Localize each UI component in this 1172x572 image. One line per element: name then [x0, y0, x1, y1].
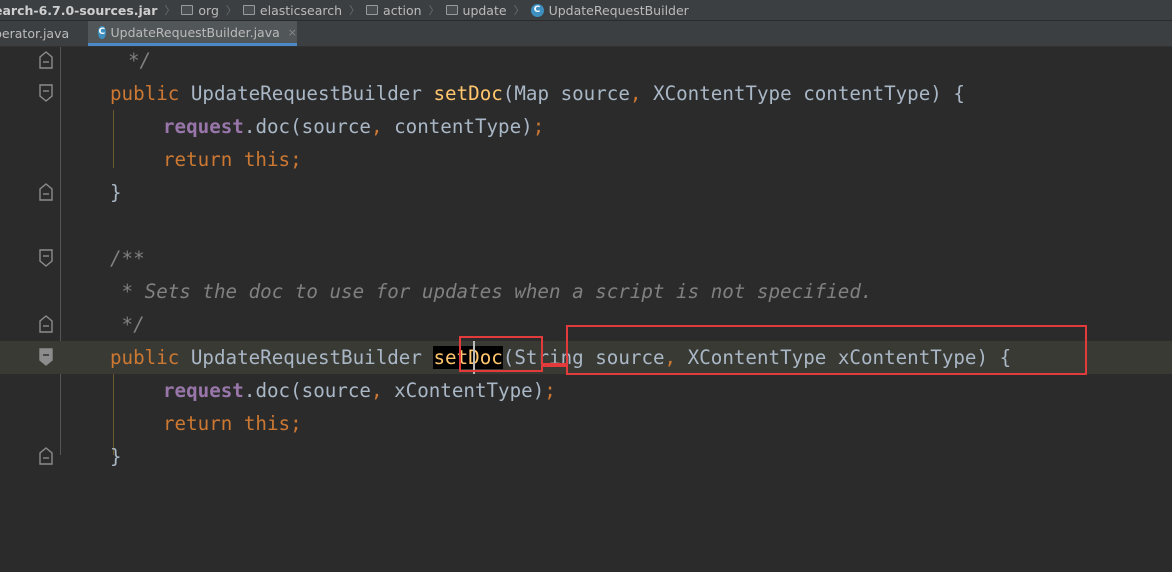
- fold-end-icon[interactable]: [38, 183, 54, 201]
- code-line: return this;: [163, 412, 302, 435]
- fold-start-icon[interactable]: [38, 348, 54, 366]
- breadcrumb-separator: 〉: [428, 4, 440, 17]
- tab-operator-java[interactable]: perator.java: [0, 21, 69, 46]
- code-line: public UpdateRequestBuilder setDoc(Map s…: [0, 77, 1172, 110]
- breadcrumb-item-update[interactable]: update: [445, 3, 507, 18]
- code-line: }: [0, 440, 1172, 473]
- breadcrumb-separator: 〉: [164, 4, 176, 17]
- breadcrumb-item-jar[interactable]: earch-6.7.0-sources.jar: [0, 3, 157, 18]
- fold-end-icon[interactable]: [38, 315, 54, 333]
- folder-icon: [445, 5, 458, 15]
- breadcrumb-item-org[interactable]: org: [181, 3, 219, 18]
- code-line: }: [0, 176, 1172, 209]
- highlight-box-method: [459, 336, 543, 372]
- class-icon: C: [530, 3, 544, 17]
- code-line: /**: [0, 242, 1172, 275]
- fold-end-icon[interactable]: [38, 51, 54, 69]
- fold-start-icon[interactable]: [38, 249, 54, 267]
- close-icon[interactable]: ×: [288, 26, 297, 39]
- breadcrumb-separator: 〉: [349, 4, 361, 17]
- code-line: * Sets the doc to use for updates when a…: [110, 280, 873, 303]
- breadcrumb-separator: 〉: [513, 4, 525, 17]
- breadcrumb-item-elasticsearch[interactable]: elasticsearch: [242, 3, 342, 18]
- folder-icon: [181, 5, 194, 15]
- breadcrumb-item-class[interactable]: C UpdateRequestBuilder: [530, 3, 689, 18]
- highlight-connector: [541, 363, 568, 367]
- tab-update-request-builder-java[interactable]: C UpdateRequestBuilder.java ×: [88, 21, 297, 46]
- folder-icon: [242, 5, 255, 15]
- folder-icon: [366, 5, 379, 15]
- code-line: request.doc(source, contentType);: [163, 115, 545, 138]
- breadcrumb-item-action[interactable]: action: [366, 3, 422, 18]
- fold-start-icon[interactable]: [38, 84, 54, 102]
- fold-end-icon[interactable]: [38, 447, 54, 465]
- highlight-box-params: [566, 325, 1087, 375]
- code-line: request.doc(source, xContentType);: [163, 379, 556, 402]
- code-editor[interactable]: */ public UpdateRequestBuilder setDoc(Ma…: [0, 44, 1172, 468]
- breadcrumb: earch-6.7.0-sources.jar 〉 org 〉 elastics…: [0, 0, 1172, 20]
- code-line: return this;: [163, 148, 302, 171]
- class-icon: C: [98, 25, 106, 39]
- breadcrumb-separator: 〉: [225, 4, 237, 17]
- code-line: */: [0, 44, 1172, 77]
